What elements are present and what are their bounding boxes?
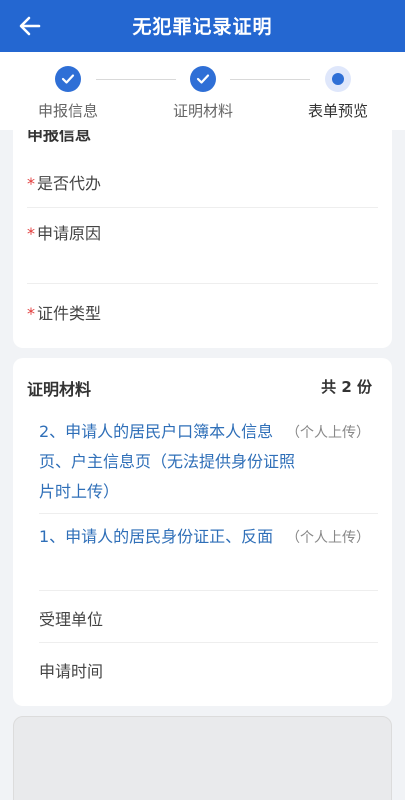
field-application-time: 申请时间 xyxy=(39,662,104,681)
page-title: 无犯罪记录证明 xyxy=(132,16,273,38)
check-icon xyxy=(196,74,210,84)
step-current-indicator xyxy=(325,66,351,92)
dot-icon xyxy=(332,73,344,85)
upload-source-tag: （个人上传） xyxy=(286,425,370,441)
field-id-type[interactable]: * 证件类型 xyxy=(27,300,378,324)
field-label: 是否代办 xyxy=(37,174,102,193)
proof-materials-card: 证明材料 共 2 份 2、申请人的居民户口簿本人信息页、户主信息页（无法提供身份… xyxy=(13,358,392,706)
step-form-preview[interactable]: 表单预览 xyxy=(288,66,388,121)
material-count: 共 2 份 xyxy=(321,378,372,396)
divider xyxy=(27,283,378,284)
required-mark: * xyxy=(27,304,35,323)
divider xyxy=(39,590,378,591)
section-heading: 证明材料 xyxy=(27,380,92,399)
material-item-id-card[interactable]: 1、申请人的居民身份证正、反面 xyxy=(39,522,297,552)
declaration-info-card: 申报信息 * 是否代办 * 申请原因 * 证件类型 xyxy=(13,130,392,348)
field-application-reason[interactable]: * 申请原因 xyxy=(27,220,378,244)
step-label: 申报信息 xyxy=(37,102,98,120)
divider xyxy=(39,513,378,514)
step-done-indicator xyxy=(190,66,216,92)
required-mark: * xyxy=(27,224,35,243)
section-heading: 申报信息 xyxy=(27,130,92,144)
field-accepting-unit: 受理单位 xyxy=(39,610,104,629)
step-done-indicator xyxy=(55,66,81,92)
step-proof-materials[interactable]: 证明材料 xyxy=(153,66,253,121)
required-mark: * xyxy=(27,174,35,193)
app-header: 无犯罪记录证明 xyxy=(0,0,405,52)
field-agent-handling[interactable]: * 是否代办 xyxy=(27,170,378,194)
check-icon xyxy=(61,74,75,84)
upload-source-tag: （个人上传） xyxy=(286,530,370,546)
step-declaration-info[interactable]: 申报信息 xyxy=(18,66,118,121)
field-label: 证件类型 xyxy=(37,304,102,323)
material-item-household-register[interactable]: 2、申请人的居民户口簿本人信息页、户主信息页（无法提供身份证照片时上传） xyxy=(39,417,297,507)
progress-stepper: 申报信息 证明材料 表单预览 xyxy=(0,52,405,130)
field-label: 申请原因 xyxy=(37,224,102,243)
step-label: 表单预览 xyxy=(307,102,368,120)
bottom-panel xyxy=(13,716,392,800)
divider xyxy=(39,642,378,643)
step-label: 证明材料 xyxy=(172,102,233,120)
divider xyxy=(27,207,378,208)
